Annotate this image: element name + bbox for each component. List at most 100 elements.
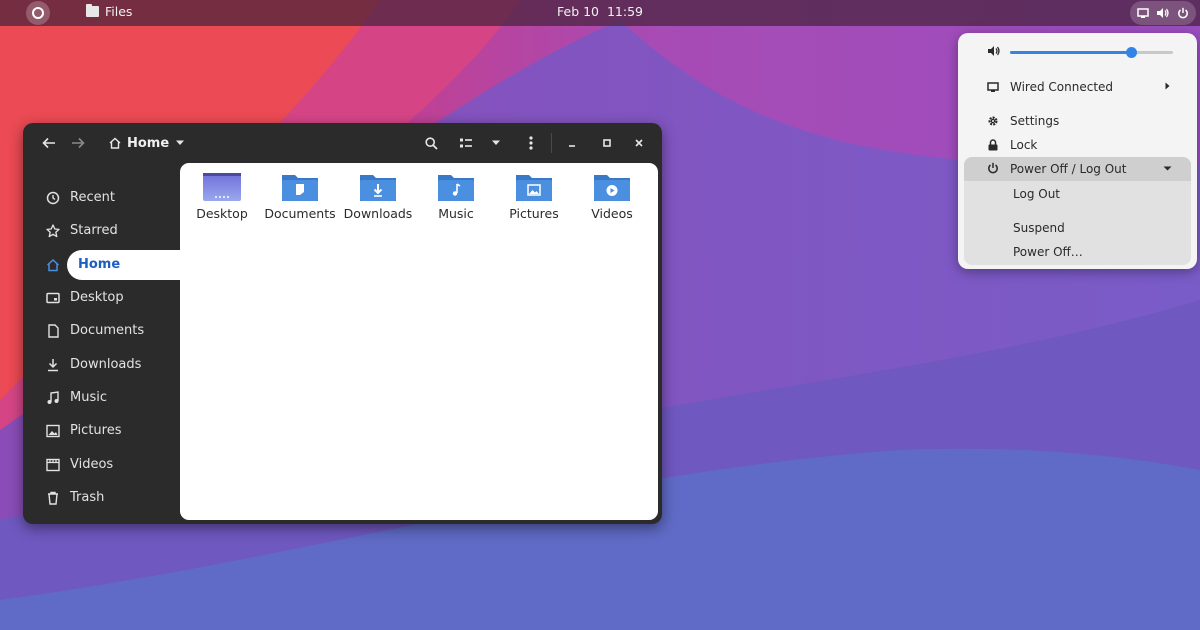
file-name: Downloads [343, 206, 413, 221]
settings-label: Settings [1010, 114, 1060, 128]
network-icon [1137, 8, 1150, 18]
path-bar-button[interactable]: Home [109, 132, 185, 154]
home-icon [109, 137, 121, 149]
volume-row [958, 41, 1197, 63]
file-item-music[interactable]: Music [417, 171, 495, 231]
power-icon [988, 162, 998, 174]
file-item-documents[interactable]: Documents [261, 171, 339, 231]
more-vertical-icon [529, 136, 533, 150]
clock[interactable]: Feb 10 11:59 [0, 4, 1200, 19]
network-menu-item[interactable]: Wired Connected [958, 76, 1197, 98]
sidebar-item-recent[interactable]: Recent [23, 183, 180, 213]
sidebar-item-music[interactable]: Music [23, 383, 180, 413]
music-folder-icon [438, 175, 474, 201]
arrow-right-icon [72, 137, 85, 149]
file-name: Music [438, 206, 474, 221]
file-item-pictures[interactable]: Pictures [495, 171, 573, 231]
downloads-folder-icon [360, 175, 396, 201]
sidebar-item-label: Desktop [70, 290, 124, 305]
header-bar: Home [23, 123, 662, 163]
sidebar-item-label: Music [70, 390, 107, 405]
lock-menu-item[interactable]: Lock [958, 134, 1197, 156]
header-separator [551, 133, 552, 153]
documents-folder-icon [282, 175, 318, 201]
back-button[interactable] [37, 131, 61, 155]
file-name: Documents [264, 206, 336, 221]
file-item-videos[interactable]: Videos [573, 171, 651, 231]
files-window: Home Recent Starred Home Desktop Documen… [23, 123, 662, 524]
maximize-button[interactable] [595, 131, 619, 155]
chevron-down-icon [492, 140, 500, 145]
suspend-item[interactable]: Suspend [1013, 221, 1065, 235]
star-icon [46, 224, 60, 238]
view-mode-button[interactable] [454, 131, 478, 155]
download-icon [48, 359, 58, 372]
video-icon [46, 458, 60, 472]
sidebar-item-label: Recent [70, 190, 115, 205]
arrow-left-icon [42, 137, 55, 149]
search-button[interactable] [419, 131, 443, 155]
sidebar-item-label: Documents [70, 323, 145, 338]
desktop-folder-icon [203, 173, 241, 201]
sidebar-item-starred[interactable]: Starred [23, 216, 180, 246]
sidebar-item-trash[interactable]: Trash [23, 483, 180, 513]
desktop-icon [46, 292, 60, 304]
system-tray[interactable] [1130, 1, 1196, 25]
pictures-folder-icon [516, 175, 552, 201]
sidebar: Recent Starred Home Desktop Documents Do… [23, 163, 180, 524]
system-menu: Wired Connected Settings Lock Power Off … [958, 33, 1197, 269]
list-view-icon [460, 138, 472, 148]
power-label: Power Off / Log Out [1010, 162, 1127, 176]
minimize-button[interactable] [560, 131, 584, 155]
maximize-icon [603, 139, 611, 147]
close-icon [635, 139, 643, 147]
main-menu-button[interactable] [519, 131, 543, 155]
sidebar-item-pictures[interactable]: Pictures [23, 416, 180, 446]
trash-icon [48, 491, 58, 505]
power-icon [1177, 7, 1188, 19]
gear-icon [988, 116, 998, 126]
file-item-downloads[interactable]: Downloads [339, 171, 417, 231]
document-icon [48, 324, 59, 338]
search-icon [424, 136, 438, 150]
sidebar-item-videos[interactable]: Videos [23, 450, 180, 480]
sidebar-item-label: Trash [70, 490, 105, 505]
network-icon [987, 82, 999, 92]
sidebar-item-home[interactable]: Home [46, 250, 180, 280]
file-name: Desktop [196, 206, 248, 221]
volume-icon [988, 46, 1000, 56]
sidebar-item-desktop[interactable]: Desktop [23, 283, 180, 313]
lock-icon [988, 139, 998, 151]
sidebar-item-label: Videos [70, 457, 114, 472]
volume-slider[interactable] [1010, 47, 1173, 58]
sidebar-item-label: Pictures [70, 423, 122, 438]
videos-folder-icon [594, 175, 630, 201]
power-submenu: Power Off / Log Out Log Out Suspend Powe… [964, 157, 1191, 265]
volume-slider-fill [1010, 51, 1131, 54]
file-name: Videos [591, 206, 633, 221]
sidebar-item-documents[interactable]: Documents [23, 316, 180, 346]
volume-slider-knob[interactable] [1125, 47, 1137, 58]
chevron-right-icon [1165, 82, 1170, 90]
network-label: Wired Connected [1010, 80, 1114, 94]
settings-menu-item[interactable]: Settings [958, 110, 1197, 132]
view-options-button[interactable] [484, 131, 508, 155]
file-name: Pictures [509, 206, 559, 221]
sidebar-item-downloads[interactable]: Downloads [23, 350, 180, 380]
sidebar-item-label: Home [78, 257, 121, 272]
volume-icon [1156, 8, 1169, 18]
sidebar-item-label: Downloads [70, 357, 142, 372]
close-button[interactable] [627, 131, 651, 155]
clock-icon [46, 191, 60, 205]
path-label: Home [127, 135, 170, 151]
lock-label: Lock [1010, 138, 1038, 152]
file-view[interactable]: Desktop Documents Downloads Music Pictur… [180, 163, 658, 520]
power-off-item[interactable]: Power Off… [1013, 245, 1083, 259]
chevron-down-icon [176, 140, 185, 145]
forward-button[interactable] [66, 131, 90, 155]
music-icon [47, 391, 59, 404]
file-item-desktop[interactable]: Desktop [183, 171, 261, 231]
minimize-icon [569, 145, 575, 147]
logout-item[interactable]: Log Out [1013, 187, 1060, 201]
power-off-logout-item[interactable]: Power Off / Log Out [964, 157, 1191, 181]
